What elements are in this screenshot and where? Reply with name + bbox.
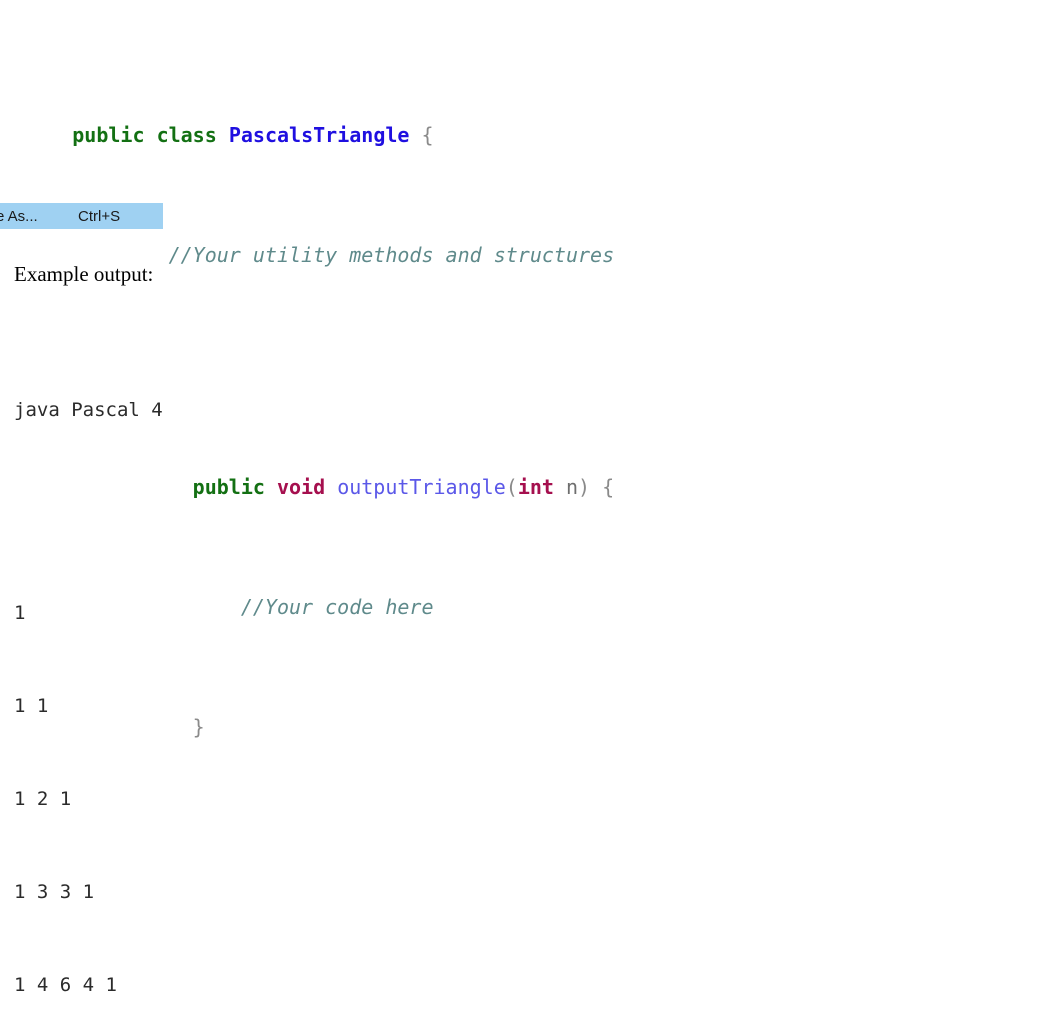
triangle-row: 1 4 6 4 1	[14, 974, 117, 996]
class-name-pascalstriangle: PascalsTriangle	[228, 123, 410, 147]
parameter-n: n	[565, 475, 579, 499]
keyword-public: public	[72, 123, 145, 147]
console-output: java Pascal 4 1 1 1 1 2 1 1 3 3 1 1 4 6 …	[14, 333, 163, 1032]
triangle-row: 1	[14, 602, 26, 624]
keyword-class: class	[156, 123, 217, 147]
console-command: java Pascal 4	[14, 399, 163, 421]
keyword-void: void	[276, 475, 326, 499]
menu-item-save-as[interactable]: e As... Ctrl+S	[0, 203, 163, 229]
menu-item-label: e As...	[0, 207, 38, 225]
paren-open: (	[505, 475, 518, 499]
code-line-class-declaration: public class PascalsTriangle {	[0, 90, 1054, 147]
brace-open-class: {	[421, 123, 434, 147]
example-output-heading: Example output:	[14, 262, 154, 286]
menu-item-shortcut: Ctrl+S	[78, 207, 121, 225]
brace-close-method: }	[192, 715, 205, 739]
keyword-int: int	[517, 475, 554, 499]
keyword-public-method: public	[192, 475, 265, 499]
triangle-row: 1 3 3 1	[14, 881, 95, 903]
comment-utility-methods: //Your utility methods and structures	[168, 243, 615, 267]
comment-your-code-here: //Your code here	[240, 595, 434, 619]
brace-open-method: {	[602, 475, 615, 499]
paren-close: )	[578, 475, 591, 499]
triangle-row: 1 1	[14, 695, 49, 717]
triangle-row: 1 2 1	[14, 788, 72, 810]
method-name-outputtriangle: outputTriangle	[337, 475, 506, 499]
